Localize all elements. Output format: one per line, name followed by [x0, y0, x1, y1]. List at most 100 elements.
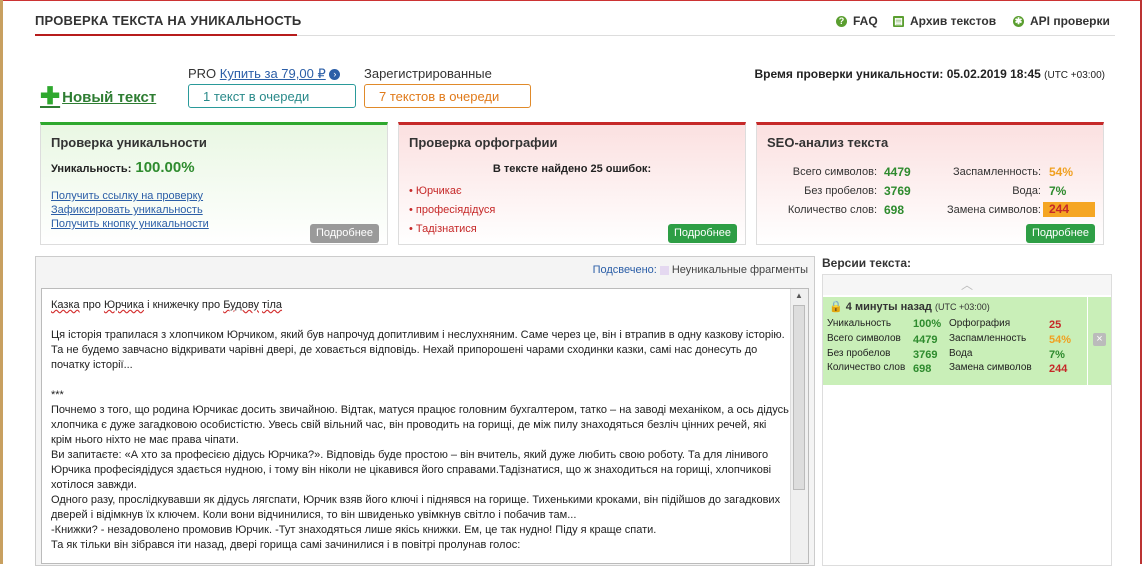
lock-icon: 🔒	[829, 301, 843, 313]
text-paragraph: ***	[51, 389, 64, 401]
version-entry[interactable]: 🔒 4 минуты назад (UTC +03:00) Уникальнос…	[823, 297, 1087, 385]
editor-scrollbar[interactable]: ▲	[790, 289, 808, 563]
text-word: Юрчика	[103, 299, 144, 311]
text-content[interactable]: Казка про Юрчика і книжечку про Будову т…	[51, 298, 789, 553]
version-spell-label: Орфография	[949, 318, 1011, 329]
version-time-tz: (UTC +03:00)	[934, 302, 990, 312]
pro-line: PRO Купить за 79,00 ₽ ›	[188, 66, 341, 82]
version-side: ×	[1088, 297, 1111, 385]
text-word: про	[82, 299, 101, 311]
get-button-link[interactable]: Получить кнопку уникальности	[51, 218, 209, 230]
highlight-legend: Подсвечено: Неуникальные фрагменты	[593, 264, 808, 276]
text-gap	[51, 313, 789, 328]
uniqueness-title: Проверка уникальности	[51, 135, 207, 150]
version-time: 🔒 4 минуты назад (UTC +03:00)	[829, 300, 990, 313]
seo-title: SEO-анализ текста	[767, 135, 889, 150]
version-words-value: 698	[913, 363, 932, 375]
new-text-button[interactable]: ✚ Новый текст	[40, 83, 157, 110]
version-nospace-label: Без пробелов	[827, 348, 891, 359]
registered-label: Зарегистрированные	[364, 66, 492, 81]
api-link[interactable]: ✱ API проверки	[1013, 14, 1110, 28]
plus-icon: ✚	[40, 83, 61, 110]
version-spam-label: Заспамленность	[949, 333, 1027, 344]
seo-no-spaces-label: Без пробелов:	[804, 185, 877, 197]
version-replace-value: 244	[1049, 363, 1068, 375]
check-time: Время проверки уникальности: 05.02.2019 …	[754, 67, 1105, 81]
text-paragraph: Одного разу, прослідкувавши як дідусь ля…	[51, 494, 781, 521]
scroll-up-icon[interactable]: ▲	[795, 291, 803, 300]
text-title-line: Казка про Юрчика і книжечку про Будову т…	[51, 298, 789, 313]
spelling-error-item[interactable]: Тадізнатися	[409, 223, 477, 235]
new-text-label: Новый текст	[62, 88, 157, 106]
version-time-label: 4 минуты назад	[845, 301, 932, 313]
version-water-label: Вода	[949, 348, 973, 359]
version-uniq-value: 100%	[913, 318, 942, 330]
seo-words-value: 698	[884, 203, 905, 217]
text-paragraph: Та як тільки він зібрався іти назад, две…	[51, 539, 521, 551]
get-check-link[interactable]: Получить ссылку на проверку	[51, 190, 203, 202]
seo-total-chars-label: Всего символов:	[792, 166, 877, 178]
uniqueness-result: Уникальность: 100.00%	[51, 159, 195, 176]
version-spell-value: 25	[1049, 319, 1062, 331]
uniqueness-more-button[interactable]: Подробнее	[309, 224, 379, 243]
title-underline	[35, 34, 297, 36]
text-paragraph: Почнемо з того, що родина Юрчикає досить…	[51, 404, 789, 446]
check-time-tz: (UTC +03:00)	[1044, 70, 1105, 81]
version-nospace-value: 3769	[913, 349, 938, 361]
text-paragraph: Ця історія трапилася з хлопчиком Юрчиком…	[51, 329, 785, 371]
highlight-legend-text: Неуникальные фрагменты	[671, 264, 808, 276]
text-paragraph: -Книжки? - незадоволено промовив Юрчик. …	[51, 524, 657, 536]
text-paragraph: Ви запитаєте: «А хто за професією дідусь…	[51, 449, 772, 491]
seo-water-label: Вода:	[1012, 185, 1041, 197]
uniqueness-label: Уникальность:	[51, 163, 132, 175]
window-top-edge	[0, 0, 1142, 1]
versions-list: ︿ 🔒 4 минуты назад (UTC +03:00) Уникальн…	[822, 274, 1112, 566]
seo-replace-label: Замена символов:	[946, 204, 1041, 216]
version-replace-label: Замена символов	[949, 362, 1032, 373]
spelling-more-button[interactable]: Подробнее	[667, 224, 737, 243]
faq-link[interactable]: ? FAQ	[836, 14, 878, 28]
seo-words-label: Количество слов:	[787, 204, 877, 216]
registered-queue-status: 7 текстов в очереди	[364, 84, 531, 108]
version-words-label: Количество слов	[827, 362, 906, 373]
pro-queue-status: 1 текст в очереди	[188, 84, 356, 108]
versions-scroll-up-icon[interactable]: ︿	[823, 275, 1111, 295]
text-editor[interactable]: Казка про Юрчика і книжечку про Будову т…	[41, 288, 809, 564]
version-uniq-label: Уникальность	[827, 318, 892, 329]
close-icon[interactable]: ×	[1093, 333, 1106, 346]
archive-icon: ▤	[893, 15, 904, 27]
highlight-swatch	[659, 265, 669, 275]
faq-label: FAQ	[853, 14, 878, 28]
archive-link[interactable]: ▤ Архив текстов	[893, 14, 996, 28]
version-chars-label: Всего символов	[827, 333, 901, 344]
seo-water-value: 7%	[1049, 184, 1067, 198]
scrollbar-thumb[interactable]	[793, 305, 805, 490]
text-word: і книжечку про	[147, 299, 221, 311]
version-water-value: 7%	[1049, 349, 1065, 361]
uniqueness-value: 100.00%	[135, 159, 195, 176]
window-left-edge	[0, 0, 3, 564]
uniqueness-panel: Проверка уникальности Уникальность: 100.0…	[40, 122, 388, 245]
seo-no-spaces-value: 3769	[884, 184, 911, 198]
seo-replace-value: 244	[1043, 202, 1095, 217]
text-word: тіла	[262, 299, 283, 311]
spelling-panel: Проверка орфографии В тексте найдено 25 …	[398, 122, 746, 245]
spelling-title: Проверка орфографии	[409, 135, 558, 150]
fix-uniqueness-link[interactable]: Зафиксировать уникальность	[51, 204, 203, 216]
seo-more-button[interactable]: Подробнее	[1025, 224, 1095, 243]
versions-title: Версии текста:	[822, 256, 912, 270]
version-spam-value: 54%	[1049, 334, 1072, 346]
text-gap	[51, 373, 789, 388]
seo-spam-value: 54%	[1049, 165, 1074, 179]
buy-pro-link[interactable]: Купить за 79,00 ₽	[220, 66, 326, 81]
pro-label: PRO	[188, 66, 217, 81]
seo-total-chars-value: 4479	[884, 165, 911, 179]
text-word: Будову	[223, 299, 259, 311]
spelling-error-item[interactable]: професіядідуся	[409, 204, 495, 216]
check-time-label: Время проверки уникальности: 05.02.2019 …	[754, 67, 1041, 81]
archive-label: Архив текстов	[910, 14, 997, 28]
spelling-summary: В тексте найдено 25 ошибок:	[492, 163, 652, 175]
arrow-right-icon[interactable]: ›	[329, 69, 341, 81]
spelling-error-item[interactable]: Юрчикає	[409, 185, 462, 197]
api-label: API проверки	[1030, 14, 1110, 28]
